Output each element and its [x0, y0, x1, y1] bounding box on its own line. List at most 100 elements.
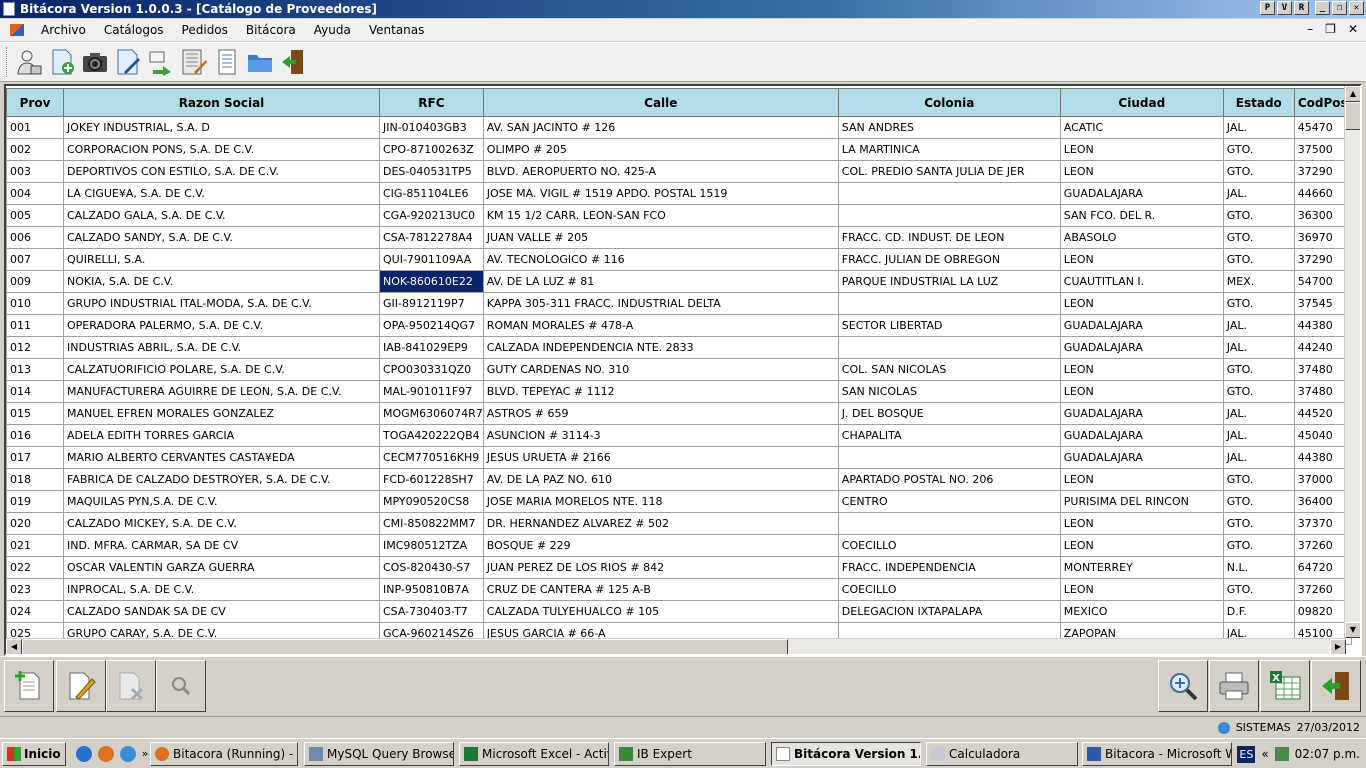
search-button[interactable]: [156, 660, 206, 712]
cell-razon-social[interactable]: CALZADO SANDY, S.A. DE C.V.: [63, 226, 380, 249]
cell-rfc[interactable]: TOGA420222QB4: [379, 424, 484, 447]
task-bitacora-running[interactable]: Bitacora (Running) - Mi...: [150, 742, 298, 766]
cell-rfc[interactable]: MPY090520CS8: [379, 490, 484, 513]
cell-codpos[interactable]: 37000: [1293, 468, 1352, 491]
cell-calle[interactable]: BLVD. TEPEYAC # 1112: [482, 380, 839, 403]
cell-estado[interactable]: GTO.: [1222, 204, 1295, 227]
network-icon[interactable]: [1274, 747, 1289, 761]
cell-estado[interactable]: N.L.: [1222, 556, 1295, 579]
cell-calle[interactable]: ASTROS # 659: [482, 402, 839, 425]
cell-codpos[interactable]: 37290: [1293, 248, 1352, 271]
cell-codpos[interactable]: 37370: [1293, 512, 1352, 535]
horizontal-scrollbar[interactable]: ◀ ▶: [6, 638, 1346, 654]
cell-colonia[interactable]: COECILLO: [837, 534, 1061, 557]
zoom-button[interactable]: [1158, 660, 1208, 712]
scroll-right-arrow[interactable]: ▶: [1330, 639, 1346, 654]
table-row[interactable]: 021 IND. MFRA. CARMAR, SA DE CV IMC980512T…: [6, 534, 1352, 557]
cell-estado[interactable]: GTO.: [1222, 534, 1295, 557]
app-icon[interactable]: [3, 2, 15, 16]
cell-estado[interactable]: GTO.: [1222, 138, 1295, 161]
cell-rfc[interactable]: GII-8912119P7: [379, 292, 484, 315]
cell-calle[interactable]: KAPPA 305-311 FRACC. INDUSTRIAL DELTA: [482, 292, 839, 315]
cell-colonia[interactable]: [837, 292, 1061, 315]
cell-colonia[interactable]: LA MARTINICA: [837, 138, 1061, 161]
table-row[interactable]: 011 OPERADORA PALERMO, S.A. DE C.V. OPA-95…: [6, 314, 1352, 337]
table-row[interactable]: 017 MARIO ALBERTO CERVANTES CASTA¥EDA CECM…: [6, 446, 1352, 469]
cell-ciudad[interactable]: LEON: [1059, 512, 1224, 535]
cell-ciudad[interactable]: GUADALAJARA: [1059, 446, 1224, 469]
cell-prov[interactable]: 015: [6, 402, 64, 425]
cell-rfc[interactable]: CSA-730403-T7: [379, 600, 484, 623]
cell-calle[interactable]: JUAN VALLE # 205: [482, 226, 839, 249]
cell-codpos[interactable]: 37480: [1293, 358, 1352, 381]
cell-ciudad[interactable]: PURISIMA DEL RINCON: [1059, 490, 1224, 513]
cell-calle[interactable]: AV. DE LA LUZ # 81: [482, 270, 839, 293]
column-header-calle[interactable]: Calle: [482, 88, 839, 117]
cell-colonia[interactable]: COL. SAN NICOLAS: [837, 358, 1061, 381]
cell-rfc[interactable]: CPO-87100263Z: [379, 138, 484, 161]
cell-razon-social[interactable]: IND. MFRA. CARMAR, SA DE CV: [63, 534, 380, 557]
cell-calle[interactable]: AV. SAN JACINTO # 126: [482, 116, 839, 139]
delete-record-button[interactable]: [106, 660, 156, 712]
cell-ciudad[interactable]: ACATIC: [1059, 116, 1224, 139]
cell-ciudad[interactable]: LEON: [1059, 248, 1224, 271]
minimize-button[interactable]: _: [1315, 1, 1330, 15]
cell-colonia[interactable]: DELEGACION IXTAPALAPA: [837, 600, 1061, 623]
cell-colonia[interactable]: [837, 204, 1061, 227]
cell-rfc[interactable]: CIG-851104LE6: [379, 182, 484, 205]
cell-prov[interactable]: 010: [6, 292, 64, 315]
column-header-rfc[interactable]: RFC: [379, 88, 484, 117]
cell-razon-social[interactable]: OSCAR VALENTIN GARZA GUERRA: [63, 556, 380, 579]
cell-ciudad[interactable]: GUADALAJARA: [1059, 314, 1224, 337]
cell-razon-social[interactable]: INDUSTRIAS ABRIL, S.A. DE C.V.: [63, 336, 380, 359]
cell-codpos[interactable]: 09820: [1293, 600, 1352, 623]
edit-document-icon[interactable]: [111, 45, 144, 79]
cell-rfc[interactable]: QUI-7901109AA: [379, 248, 484, 271]
cell-razon-social[interactable]: MAQUILAS PYN,S.A. DE C.V.: [63, 490, 380, 513]
cell-estado[interactable]: D.F.: [1222, 600, 1295, 623]
cell-prov[interactable]: 023: [6, 578, 64, 601]
cell-razon-social[interactable]: CALZADO SANDAK SA DE CV: [63, 600, 380, 623]
cell-razon-social[interactable]: CALZADO GALA, S.A. DE C.V.: [63, 204, 380, 227]
cell-estado[interactable]: GTO.: [1222, 578, 1295, 601]
task-microsoft-word[interactable]: Bitacora - Microsoft Word: [1082, 742, 1232, 766]
cell-rfc[interactable]: MAL-901011F97: [379, 380, 484, 403]
folder-icon[interactable]: [243, 45, 276, 79]
cell-prov[interactable]: 012: [6, 336, 64, 359]
cell-razon-social[interactable]: OPERADORA PALERMO, S.A. DE C.V.: [63, 314, 380, 337]
task-microsoft-excel[interactable]: Microsoft Excel - Activi...: [459, 742, 609, 766]
cell-rfc[interactable]: JIN-010403GB3: [379, 116, 484, 139]
cell-codpos[interactable]: 37480: [1293, 380, 1352, 403]
providers-grid[interactable]: Prov Razon Social RFC Calle Colonia Ciud…: [4, 84, 1362, 656]
cell-calle[interactable]: BOSQUE # 229: [482, 534, 839, 557]
table-row[interactable]: 007 QUIRELLI, S.A. QUI-7901109AA AV. TECNOL…: [6, 248, 1352, 271]
table-row[interactable]: 014 MANUFACTURERA AGUIRRE DE LEON, S.A. D…: [6, 380, 1352, 403]
cell-ciudad[interactable]: LEON: [1059, 468, 1224, 491]
cell-ciudad[interactable]: LEON: [1059, 292, 1224, 315]
transfer-icon[interactable]: [144, 45, 177, 79]
report-icon[interactable]: [210, 45, 243, 79]
cell-prov[interactable]: 011: [6, 314, 64, 337]
cell-razon-social[interactable]: QUIRELLI, S.A.: [63, 248, 380, 271]
table-row[interactable]: 020 CALZADO MICKEY, S.A. DE C.V. CMI-85082…: [6, 512, 1352, 535]
cell-colonia[interactable]: SECTOR LIBERTAD: [837, 314, 1061, 337]
cell-ciudad[interactable]: SAN FCO. DEL R.: [1059, 204, 1224, 227]
cell-rfc[interactable]: FCD-601228SH7: [379, 468, 484, 491]
mdi-restore-button[interactable]: ❐: [1325, 22, 1336, 36]
cell-prov[interactable]: 016: [6, 424, 64, 447]
tray-expand-button[interactable]: «: [1261, 747, 1268, 761]
cell-colonia[interactable]: [837, 446, 1061, 469]
cell-razon-social[interactable]: MARIO ALBERTO CERVANTES CASTA¥EDA: [63, 446, 380, 469]
restore-button[interactable]: ❐: [1332, 1, 1347, 15]
cell-estado[interactable]: JAL.: [1222, 314, 1295, 337]
cell-rfc[interactable]: MOGM6306074R7: [379, 402, 484, 425]
cell-ciudad[interactable]: ABASOLO: [1059, 226, 1224, 249]
language-indicator[interactable]: ES: [1237, 745, 1256, 763]
cell-calle[interactable]: ASUNCION # 3114-3: [482, 424, 839, 447]
cell-codpos[interactable]: 36400: [1293, 490, 1352, 513]
cell-ciudad[interactable]: GUADALAJARA: [1059, 336, 1224, 359]
cell-codpos[interactable]: 44380: [1293, 446, 1352, 469]
cell-prov[interactable]: 009: [6, 270, 64, 293]
column-header-estado[interactable]: Estado: [1222, 88, 1295, 117]
cell-calle[interactable]: ROMAN MORALES # 478-A: [482, 314, 839, 337]
